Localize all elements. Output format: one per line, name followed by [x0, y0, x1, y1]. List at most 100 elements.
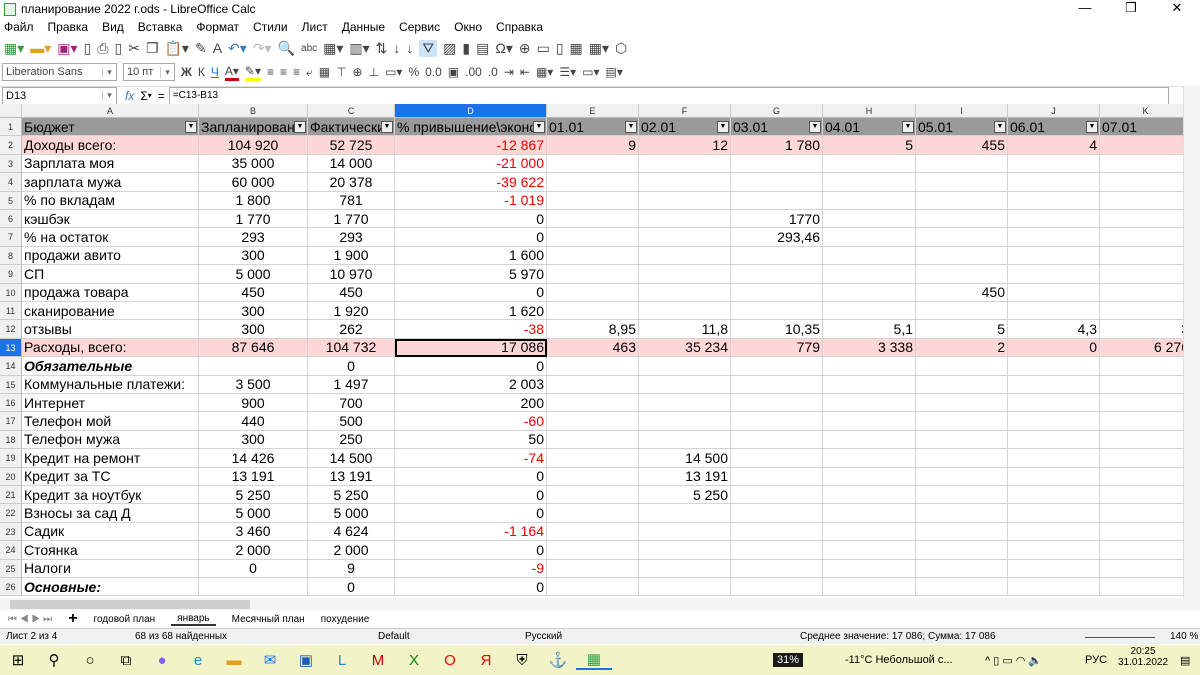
value-cell[interactable]: [547, 486, 639, 505]
value-cell[interactable]: 0: [395, 541, 547, 560]
value-cell[interactable]: 293: [308, 228, 395, 247]
value-cell[interactable]: [1008, 375, 1100, 394]
row-header[interactable]: 17: [0, 412, 22, 431]
value-cell[interactable]: 1 497: [308, 375, 395, 394]
print-icon[interactable]: ⎙: [97, 40, 108, 57]
border-color-icon[interactable]: ▭▾: [582, 65, 599, 79]
value-cell[interactable]: 14 500: [308, 449, 395, 468]
l-app-icon[interactable]: L: [324, 652, 360, 669]
menu-8[interactable]: Сервис: [399, 20, 440, 34]
row-header[interactable]: 22: [0, 504, 22, 523]
row-header[interactable]: 2: [0, 136, 22, 155]
value-cell[interactable]: 9: [547, 136, 639, 155]
value-cell[interactable]: -1 019: [395, 191, 547, 210]
row-header[interactable]: 5: [0, 191, 22, 210]
windows-start-icon[interactable]: ⊞: [0, 651, 36, 669]
value-cell[interactable]: [916, 578, 1008, 597]
value-cell[interactable]: [639, 375, 731, 394]
value-cell[interactable]: [1008, 467, 1100, 486]
explorer-icon[interactable]: ▬: [216, 652, 252, 669]
store-icon[interactable]: ▣: [288, 651, 324, 669]
menu-2[interactable]: Вид: [102, 20, 124, 34]
row-header[interactable]: 12: [0, 320, 22, 339]
spellcheck-icon[interactable]: abc: [301, 43, 317, 54]
value-cell[interactable]: 0: [395, 504, 547, 523]
borders-icon[interactable]: ▦▾: [536, 65, 553, 79]
bold-button[interactable]: Ж: [181, 65, 192, 79]
autofilter-button[interactable]: ▼: [294, 121, 306, 134]
value-cell[interactable]: 500: [308, 412, 395, 431]
value-cell[interactable]: 2 000: [199, 541, 308, 560]
value-cell[interactable]: 13 191: [639, 467, 731, 486]
value-cell[interactable]: [1100, 247, 1183, 266]
value-cell[interactable]: 781: [308, 191, 395, 210]
value-cell[interactable]: 779: [731, 338, 823, 358]
row-header[interactable]: 4: [0, 173, 22, 192]
value-cell[interactable]: [1008, 394, 1100, 413]
value-cell[interactable]: [1100, 284, 1183, 302]
value-cell[interactable]: [916, 246, 1008, 266]
value-cell[interactable]: -12 867: [395, 136, 547, 155]
value-cell[interactable]: [1008, 486, 1100, 505]
weather[interactable]: -11°C Небольшой с...: [845, 654, 953, 666]
value-cell[interactable]: [547, 578, 639, 597]
value-cell[interactable]: [1100, 523, 1183, 542]
autofilter-button[interactable]: ▼: [533, 121, 545, 134]
value-cell[interactable]: 1 780: [731, 136, 823, 155]
value-cell[interactable]: 1 770: [308, 210, 395, 229]
column-header-J[interactable]: J: [1008, 104, 1100, 118]
value-cell[interactable]: [547, 504, 639, 523]
wrap-icon[interactable]: ⤶: [306, 65, 313, 80]
row-header[interactable]: 21: [0, 486, 22, 505]
tab-sheet[interactable]: январь: [171, 612, 216, 626]
font-size-select[interactable]: 10 пт ▾: [123, 63, 175, 81]
value-cell[interactable]: [1008, 191, 1100, 210]
highlight-icon[interactable]: ✎▾: [244, 64, 261, 81]
value-cell[interactable]: [916, 522, 1008, 542]
header-cell[interactable]: % привышение\эконо ▼: [395, 118, 547, 137]
row-label-cell[interactable]: Телефон мужа: [22, 430, 199, 450]
value-cell[interactable]: 300: [199, 320, 308, 339]
row-header[interactable]: 25: [0, 559, 22, 578]
value-cell[interactable]: [916, 173, 1008, 192]
value-cell[interactable]: [1008, 541, 1100, 560]
value-cell[interactable]: 6 276: [1100, 338, 1183, 358]
conditional-icon[interactable]: ▤▾: [606, 65, 623, 79]
value-cell[interactable]: [823, 173, 916, 192]
value-cell[interactable]: [731, 265, 823, 284]
value-cell[interactable]: [823, 246, 916, 266]
menu-10[interactable]: Справка: [496, 20, 543, 34]
value-cell[interactable]: [823, 430, 916, 450]
value-cell[interactable]: 1 800: [199, 191, 308, 210]
percent-button[interactable]: %: [408, 65, 419, 79]
border-style-icon[interactable]: ☰▾: [559, 65, 576, 79]
value-cell[interactable]: 52 725: [308, 136, 395, 155]
tab-nav-arrows[interactable]: ⏮ ◀ ▶ ⏭: [8, 614, 52, 625]
row-label-cell[interactable]: Зарплата моя: [22, 154, 199, 174]
column-header-C[interactable]: C: [308, 104, 395, 118]
value-cell[interactable]: [731, 283, 823, 302]
row-label-cell[interactable]: продажа товара: [22, 283, 199, 302]
value-cell[interactable]: 87 646: [199, 338, 308, 358]
clone-format-icon[interactable]: ✎: [195, 40, 207, 57]
value-cell[interactable]: [1100, 504, 1183, 523]
value-cell[interactable]: [916, 486, 1008, 505]
hyperlink-icon[interactable]: ⊕: [519, 40, 531, 57]
value-cell[interactable]: [731, 154, 823, 174]
row-label-cell[interactable]: % по вкладам: [22, 191, 199, 210]
value-cell[interactable]: [1100, 449, 1183, 468]
value-cell[interactable]: [823, 541, 916, 560]
value-cell[interactable]: [547, 375, 639, 394]
value-cell[interactable]: [1100, 431, 1183, 450]
value-cell[interactable]: 200: [395, 394, 547, 413]
cut-icon[interactable]: ✂: [128, 40, 140, 57]
row-label-cell[interactable]: Налоги: [22, 559, 199, 578]
header-cell[interactable]: Бюджет ▼: [22, 118, 199, 137]
value-cell[interactable]: [731, 191, 823, 210]
value-cell[interactable]: 700: [308, 394, 395, 413]
autofilter-button[interactable]: ▼: [625, 121, 637, 134]
header-footer-icon[interactable]: ▯: [556, 40, 564, 57]
value-cell[interactable]: [639, 430, 731, 450]
value-cell[interactable]: [199, 578, 308, 597]
value-cell[interactable]: 104 732: [308, 338, 395, 358]
